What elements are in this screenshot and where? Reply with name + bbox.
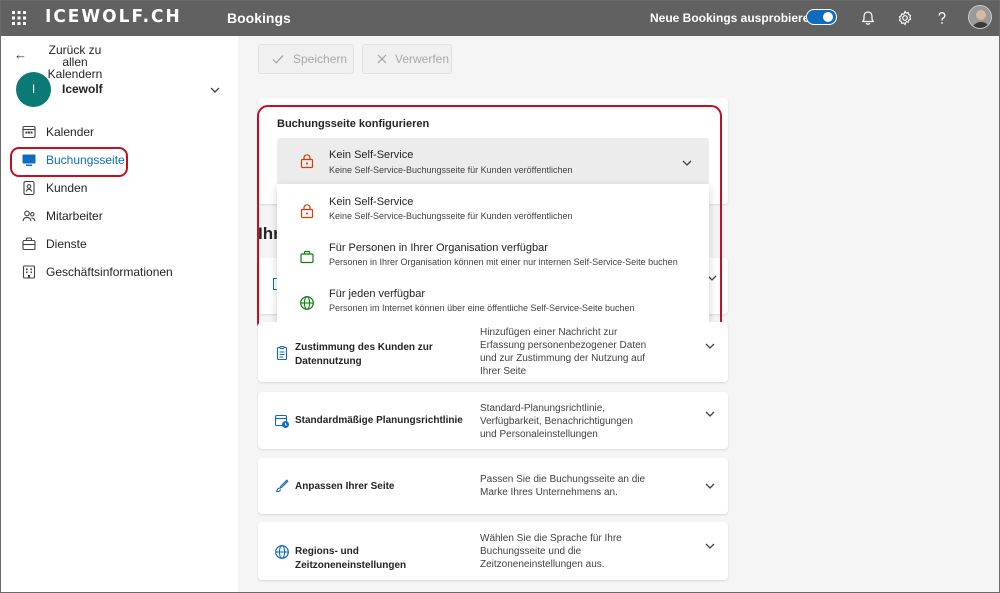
- nav-item-kunden[interactable]: Kunden: [12, 176, 232, 200]
- option-kein-self-service[interactable]: Kein Self-Service Keine Self-Service-Buc…: [277, 184, 709, 230]
- option-subtitle: Personen in Ihrer Organisation können mi…: [329, 257, 678, 267]
- chevron-down-icon: [210, 87, 220, 93]
- section-consent[interactable]: Zustimmung des Kunden zur Datennutzung H…: [258, 322, 728, 382]
- app-title: Bookings: [227, 10, 291, 26]
- globe-icon: [300, 296, 314, 310]
- highlight-annotation-nav: [10, 147, 128, 177]
- save-button-label: Speichern: [293, 52, 348, 66]
- nav-item-dienste[interactable]: Dienste: [12, 232, 232, 256]
- chevron-down-icon: [682, 160, 692, 166]
- contact-card-icon: [23, 180, 35, 196]
- nav-item-label: Dienste: [46, 237, 87, 251]
- section-description: Wählen Sie die Sprache für Ihre Buchungs…: [480, 533, 622, 570]
- checkmark-icon: [272, 55, 284, 64]
- section-customize-page[interactable]: Anpassen Ihrer Seite Passen Sie die Buch…: [258, 458, 728, 514]
- nav-item-kalender[interactable]: Kalender: [12, 120, 232, 144]
- chevron-down-icon: [705, 343, 715, 349]
- nav-item-label: Geschäftsinformationen: [46, 265, 173, 279]
- paint-brush-icon: [276, 479, 289, 493]
- user-photo-icon: [969, 6, 991, 28]
- option-everyone[interactable]: Für jeden verfügbar Personen im Internet…: [277, 276, 709, 322]
- self-service-options-list: Kein Self-Service Keine Self-Service-Buc…: [277, 184, 709, 322]
- section-scheduling-policy[interactable]: Standardmäßige Planungsrichtlinie Standa…: [258, 392, 728, 449]
- discard-button[interactable]: Verwerfen: [362, 44, 452, 74]
- section-title: Standardmäßige Planungsrichtlinie: [295, 415, 463, 426]
- briefcase-icon: [300, 250, 314, 264]
- lock-icon: [300, 204, 314, 219]
- new-bookings-toggle[interactable]: [806, 9, 837, 25]
- close-icon: [377, 54, 387, 64]
- section-description: Passen Sie die Buchungsseite an die Mark…: [480, 474, 646, 498]
- nav-item-label: Mitarbeiter: [46, 209, 103, 223]
- bell-icon[interactable]: [859, 9, 877, 27]
- nav-item-label: Kunden: [46, 181, 88, 195]
- section-title: Zustimmung des Kunden zur Datennutzung: [295, 342, 433, 367]
- calendar-icon: [22, 125, 36, 139]
- try-new-bookings-label: Neue Bookings ausprobieren: [650, 11, 817, 25]
- section-description: Standard-Planungsrichtlinie, Verfügbarke…: [480, 403, 633, 440]
- chevron-down-icon: [705, 411, 715, 417]
- user-avatar[interactable]: [968, 5, 992, 29]
- calendar-avatar: I: [16, 72, 51, 107]
- consent-icon: [276, 346, 288, 361]
- self-service-dropdown[interactable]: Kein Self-Service Keine Self-Service-Buc…: [277, 138, 709, 184]
- nav-item-mitarbeiter[interactable]: Mitarbeiter: [12, 204, 232, 228]
- chevron-down-icon: [705, 543, 715, 549]
- nav-item-geschaeftsinformationen[interactable]: Geschäftsinformationen: [12, 260, 232, 284]
- gear-icon[interactable]: [896, 9, 914, 27]
- save-button[interactable]: Speichern: [258, 44, 354, 74]
- briefcase-icon: [22, 237, 36, 251]
- globe-icon: [275, 545, 289, 559]
- chevron-down-icon: [705, 483, 715, 489]
- option-organisation[interactable]: Für Personen in Ihrer Organisation verfü…: [277, 230, 709, 276]
- option-title: Für jeden verfügbar: [329, 288, 425, 300]
- section-region-timezone[interactable]: Regions- und Zeitzoneneinstellungen Wähl…: [258, 522, 728, 580]
- discard-button-label: Verwerfen: [395, 52, 450, 66]
- section-title: Regions- und Zeitzoneneinstellungen: [295, 546, 407, 571]
- help-icon[interactable]: [933, 9, 951, 27]
- calendar-selector[interactable]: I Icewolf: [16, 72, 226, 107]
- option-title: Für Personen in Ihrer Organisation verfü…: [329, 242, 548, 254]
- nav-item-label: Kalender: [46, 125, 95, 139]
- selected-option-title: Kein Self-Service: [329, 149, 414, 161]
- section-title: Anpassen Ihrer Seite: [295, 481, 395, 492]
- top-bar: ICEWOLF.CH Bookings Neue Bookings auspro…: [0, 0, 1000, 36]
- configure-booking-page-title: Buchungsseite konfigurieren: [277, 118, 430, 130]
- option-subtitle: Personen im Internet können über eine öf…: [329, 303, 635, 313]
- building-icon: [22, 265, 36, 279]
- calendar-clock-icon: [274, 414, 289, 428]
- calendar-name: Icewolf: [62, 82, 103, 96]
- brand-logo[interactable]: ICEWOLF.CH: [45, 7, 182, 28]
- app-launcher-icon[interactable]: [10, 9, 28, 27]
- people-icon: [22, 210, 36, 222]
- selected-option-subtitle: Keine Self-Service-Buchungsseite für Kun…: [329, 165, 573, 175]
- left-navigation: ← Zurück zu allen Kalendern I Icewolf Ka…: [0, 36, 238, 593]
- option-title: Kein Self-Service: [329, 196, 414, 208]
- section-description: Hinzufügen einer Nachricht zur Erfassung…: [480, 327, 647, 377]
- option-subtitle: Keine Self-Service-Buchungsseite für Kun…: [329, 211, 573, 221]
- lock-icon: [300, 154, 314, 169]
